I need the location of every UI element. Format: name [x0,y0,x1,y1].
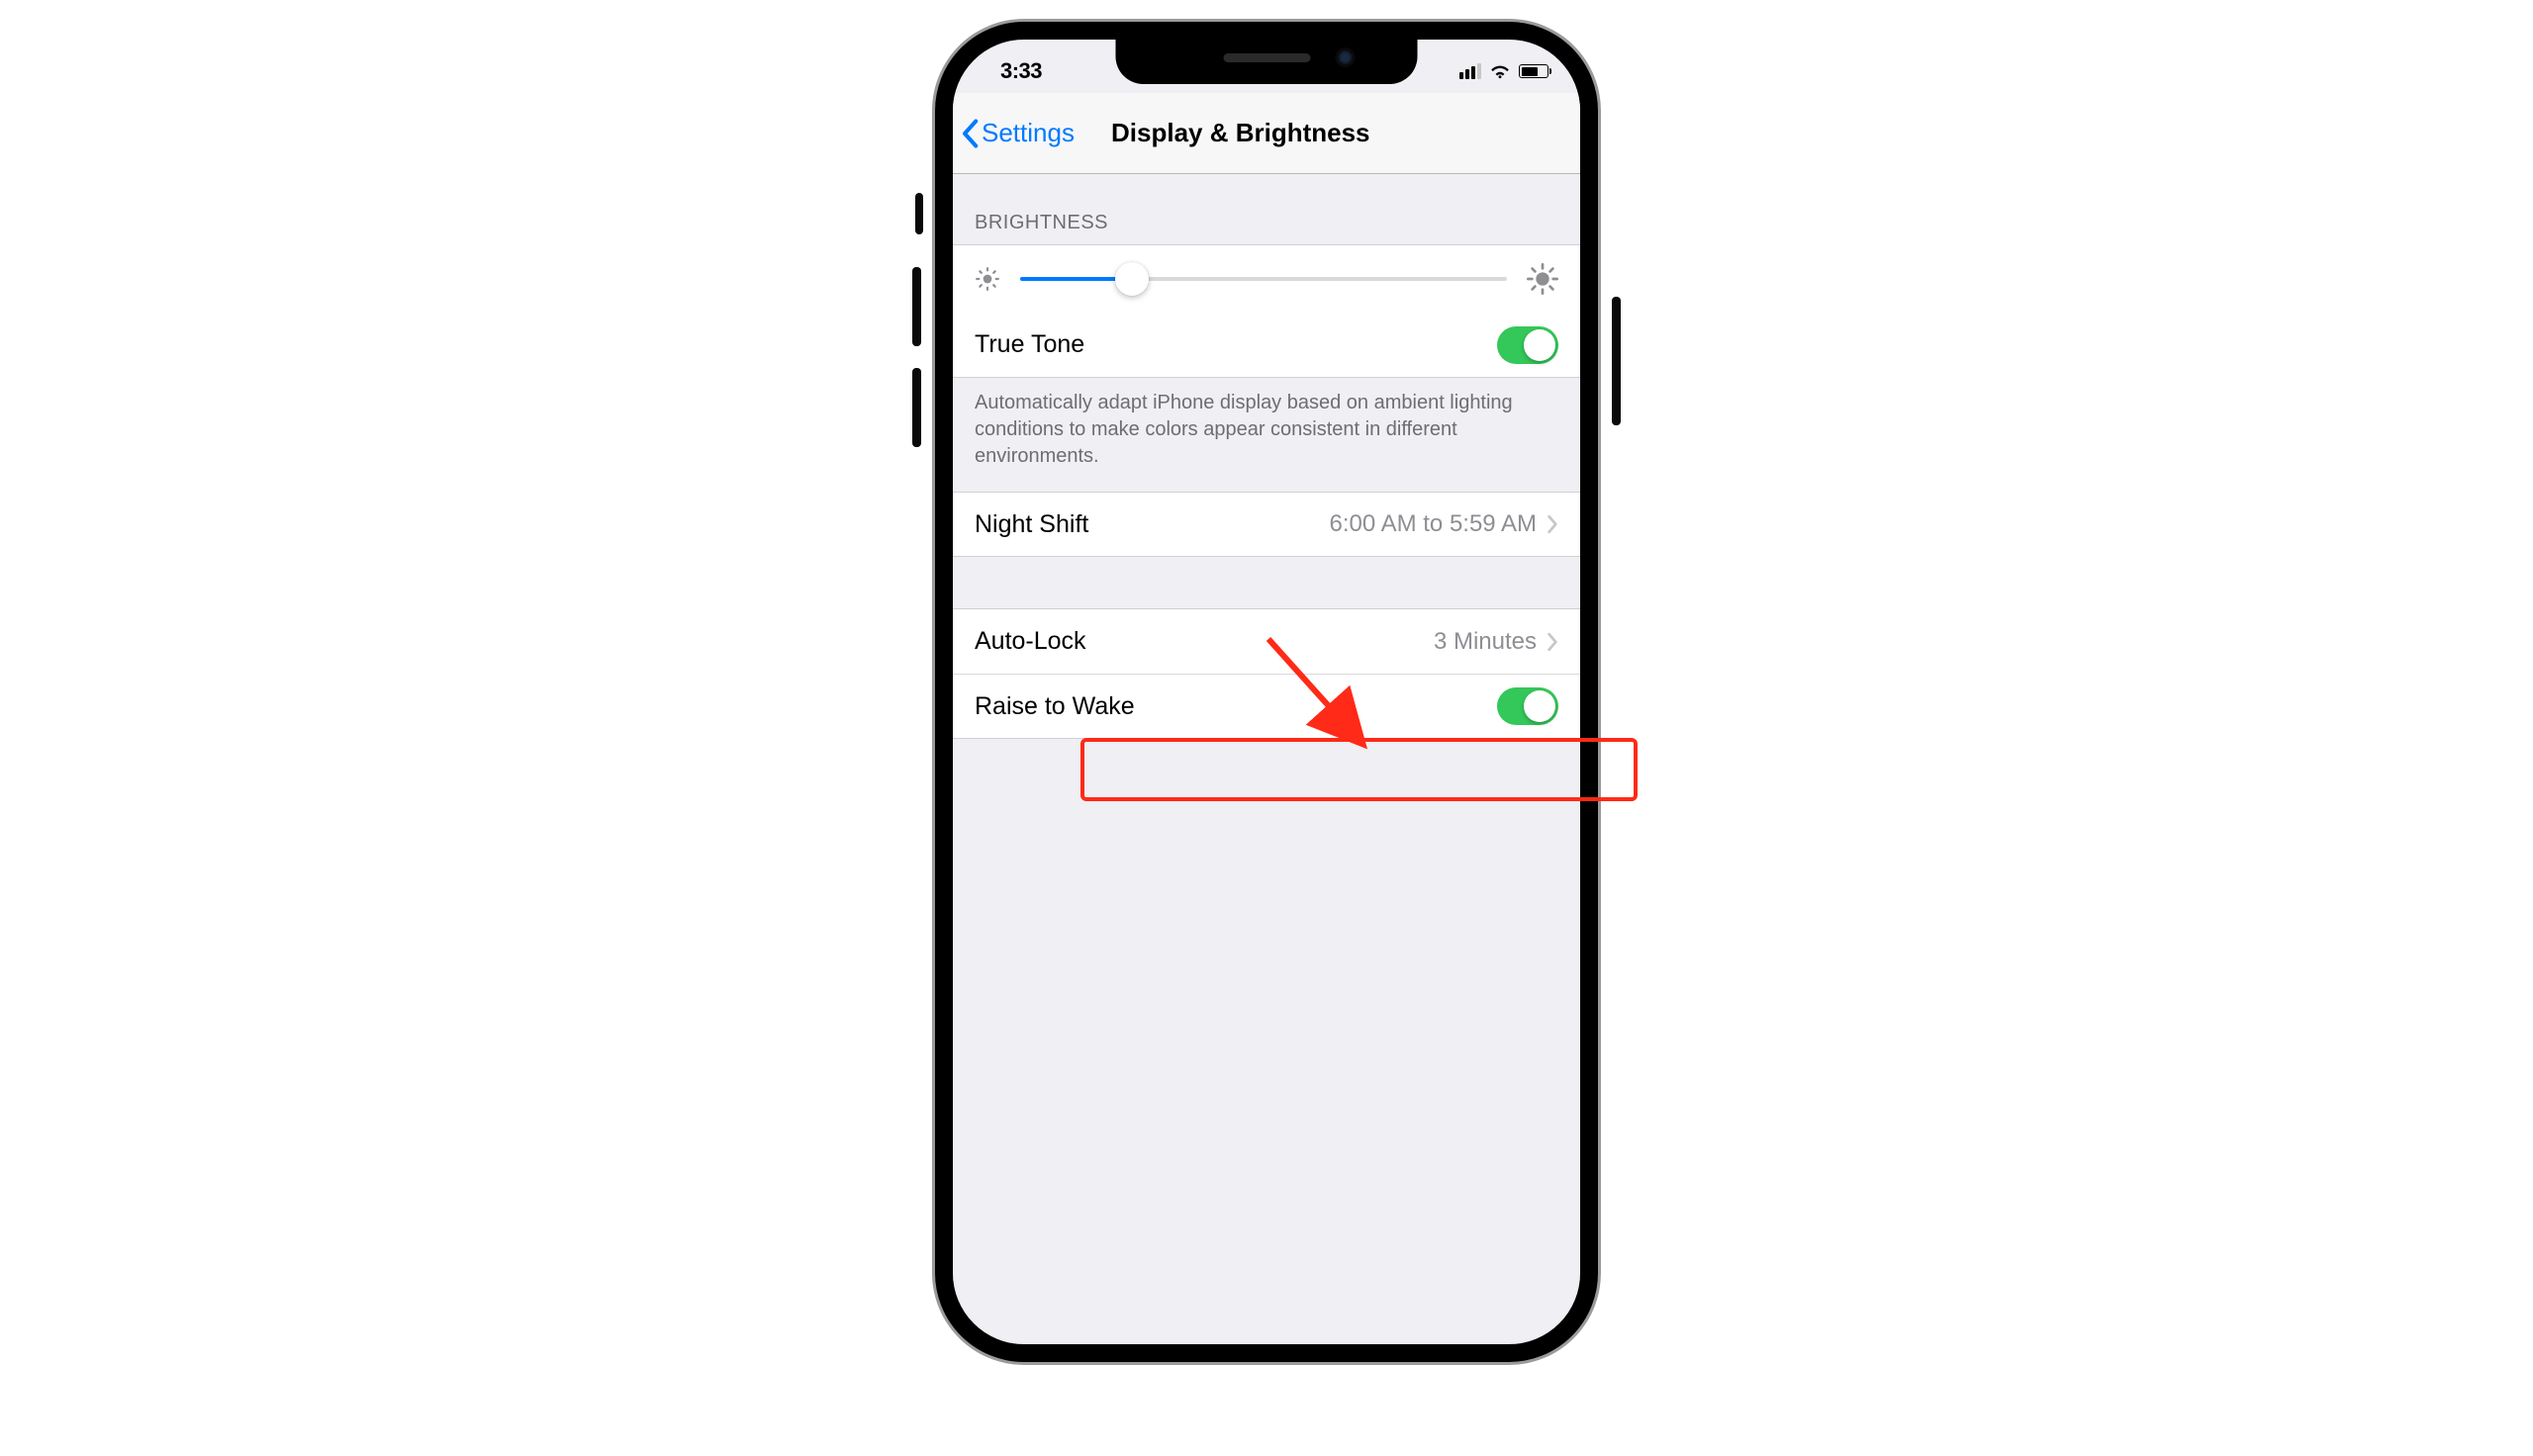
brightness-header: BRIGHTNESS [953,174,1580,244]
volume-up-button [912,267,921,346]
sun-max-icon [1527,263,1558,295]
front-camera [1338,50,1352,64]
status-time: 3:33 [1000,58,1042,84]
brightness-slider[interactable] [1020,264,1507,294]
settings-content: BRIGHTNESS True Tone [953,174,1580,1344]
brightness-slider-row [953,244,1580,313]
cellular-signal-icon [1459,63,1481,79]
auto-lock-value: 3 Minutes [1434,628,1537,656]
battery-icon [1519,64,1548,78]
chevron-left-icon [961,119,979,148]
speaker-grille [1223,53,1310,62]
canvas: 3:33 Settings [0,0,2533,1456]
back-button[interactable]: Settings [961,118,1075,148]
raise-to-wake-row: Raise to Wake [953,674,1580,739]
night-shift-value: 6:00 AM to 5:59 AM [1330,510,1537,538]
night-shift-value-wrap: 6:00 AM to 5:59 AM [1330,510,1558,538]
phone-frame: 3:33 Settings [935,22,1598,1362]
auto-lock-row[interactable]: Auto-Lock 3 Minutes [953,608,1580,674]
true-tone-note: Automatically adapt iPhone display based… [953,378,1580,492]
raise-to-wake-label: Raise to Wake [975,692,1135,721]
true-tone-row: True Tone [953,313,1580,378]
screen: 3:33 Settings [953,40,1580,1344]
power-button [1612,297,1621,425]
true-tone-label: True Tone [975,330,1084,359]
navigation-bar: Settings Display & Brightness [953,93,1580,174]
mute-switch [915,193,923,234]
status-right [1459,63,1548,79]
raise-to-wake-toggle[interactable] [1497,687,1558,725]
page-title: Display & Brightness [1111,118,1370,148]
slider-thumb[interactable] [1115,262,1149,296]
auto-lock-value-wrap: 3 Minutes [1434,628,1558,656]
slider-track [1020,277,1507,281]
spacer [953,557,1580,608]
sun-min-icon [975,266,1000,292]
chevron-right-icon [1547,514,1558,534]
auto-lock-label: Auto-Lock [975,627,1086,656]
night-shift-row[interactable]: Night Shift 6:00 AM to 5:59 AM [953,492,1580,557]
night-shift-label: Night Shift [975,510,1088,539]
notch [1116,38,1418,84]
wifi-icon [1489,63,1511,79]
true-tone-toggle[interactable] [1497,326,1558,364]
back-label: Settings [982,118,1075,148]
chevron-right-icon [1547,632,1558,652]
volume-down-button [912,368,921,447]
spacer-bottom [953,739,1580,937]
